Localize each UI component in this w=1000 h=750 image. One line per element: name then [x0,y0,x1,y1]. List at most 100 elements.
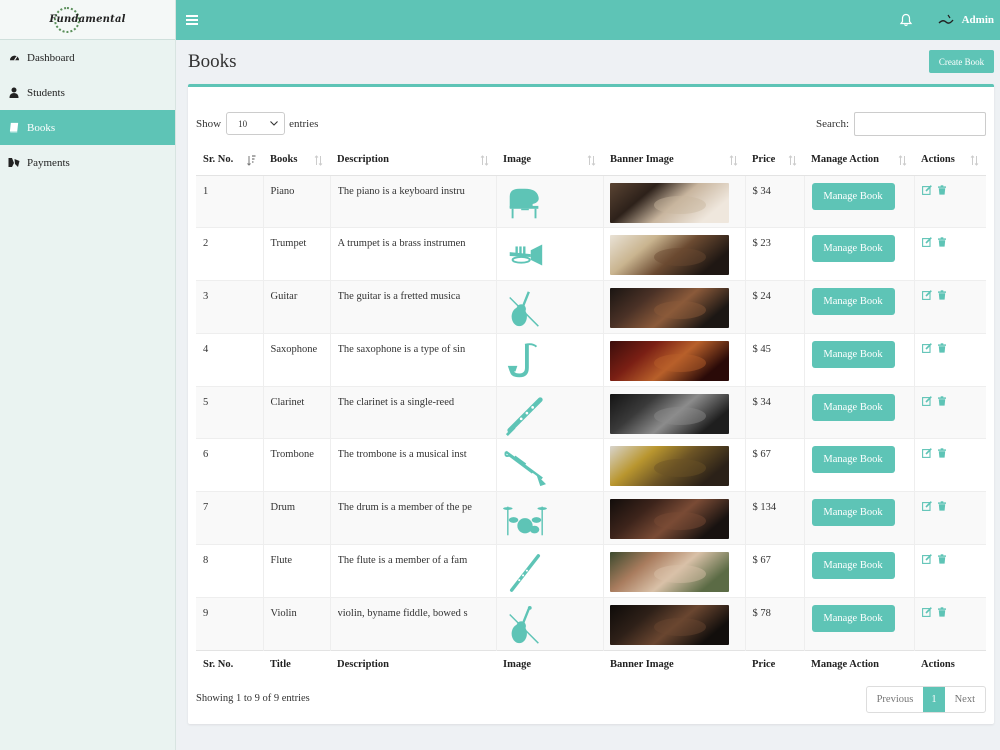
avatar[interactable] [937,11,955,29]
dashboard-icon [8,52,20,64]
cell-image [495,332,603,387]
manage-book-button[interactable]: Manage Book [811,340,895,368]
cell-sr: 2 [196,227,263,281]
previous-page-button[interactable]: Previous [867,687,924,712]
manage-book-button[interactable]: Manage Book [811,393,895,421]
column-header-price[interactable]: Price [745,145,804,176]
edit-icon[interactable] [921,343,932,353]
book-icon [8,122,20,134]
cell-manage: Manage Book [803,280,914,334]
saxophone-icon [507,343,537,378]
table-row: 5 Clarinet The clarinet is a single-reed… [196,385,986,439]
cell-image [495,596,603,651]
cell-sr: 6 [196,438,263,492]
search-control: Search: [816,112,986,136]
footer-header-price: Price [745,649,804,680]
trash-icon[interactable] [937,184,947,195]
cell-banner [602,544,745,598]
brand-logo[interactable]: Fundamental [49,6,125,34]
edit-icon[interactable] [921,448,932,459]
page-length-value: 10 [238,118,248,129]
books-table: Sr. No. Books Description Image Banner I… [196,145,986,680]
cell-manage: Manage Book [803,491,914,545]
manage-book-button[interactable]: Manage Book [811,499,895,527]
cell-actions [913,596,986,651]
sidebar-item-label: Students [27,86,65,99]
cell-sr: 5 [196,385,263,439]
user-icon [8,87,20,99]
edit-icon[interactable] [921,290,932,301]
page-title: Books [188,51,237,72]
description-text: The saxophone is a type of sin [337,343,466,355]
clarinet-icon [505,397,543,436]
cell-manage: Manage Book [803,438,914,492]
cell-manage: Manage Book [803,385,914,439]
user-name[interactable]: Admin [962,14,994,26]
search-input[interactable] [854,112,986,136]
trumpet-icon [509,244,542,266]
entries-label: entries [289,117,319,130]
edit-icon[interactable] [921,554,932,565]
logo-text: Fundamental [49,14,126,25]
table-footer: Sr. No. Title Description Image Banner I… [196,649,986,680]
banner-image [609,288,729,329]
column-header-actions[interactable]: Actions [914,145,986,176]
table-row: 1 Piano The piano is a keyboard instru $… [196,174,986,228]
manage-book-button[interactable]: Manage Book [811,552,895,580]
manage-book-button[interactable]: Manage Book [811,182,895,210]
edit-icon[interactable] [921,237,932,248]
trash-icon[interactable] [937,343,947,353]
sidebar-item-payments[interactable]: Payments [0,145,175,180]
menu-toggle-icon[interactable] [186,15,198,25]
sort-icon [729,155,738,166]
cell-price: $ 34 [744,174,804,228]
column-header-banner[interactable]: Banner Image [603,145,745,176]
column-header-sr[interactable]: Sr. No. [196,145,263,176]
page-length-select[interactable]: 10 [226,112,286,135]
manage-book-button[interactable]: Manage Book [811,235,895,263]
trash-icon[interactable] [937,237,947,247]
cell-image [495,438,603,492]
table-row: 2 Trumpet A trumpet is a brass instrumen… [196,227,986,281]
sidebar: Fundamental Dashboard Students Books Pay… [0,0,176,750]
footer-header-sr: Sr. No. [196,649,263,680]
row-actions [921,235,980,248]
edit-icon[interactable] [921,501,932,512]
trash-icon[interactable] [937,448,947,459]
sidebar-item-label: Payments [27,156,70,169]
manage-book-button[interactable]: Manage Book [811,288,895,316]
column-header-image[interactable]: Image [496,145,603,176]
table-info: Showing 1 to 9 of 9 entries [196,693,310,704]
edit-icon[interactable] [921,607,932,617]
trash-icon[interactable] [937,554,947,564]
manage-book-button[interactable]: Manage Book [811,604,895,632]
cell-price: $ 78 [744,596,804,651]
cell-banner [602,227,745,281]
bell-icon[interactable] [899,13,913,27]
trash-icon[interactable] [937,501,947,511]
search-label: Search: [816,118,849,130]
edit-icon[interactable] [921,184,932,195]
description-text: The flute is a member of a fam [337,555,468,567]
sidebar-item-students[interactable]: Students [0,75,175,110]
create-book-button[interactable]: Create Book [929,50,994,73]
sidebar-item-books[interactable]: Books [0,110,175,145]
edit-icon[interactable] [921,395,932,406]
cell-book-title: Drum [262,491,330,545]
page-1-button[interactable]: 1 [923,687,945,712]
cell-sr: 1 [196,174,263,228]
row-actions [921,605,980,617]
trash-icon[interactable] [937,290,947,300]
trash-icon[interactable] [937,395,947,406]
row-actions [921,446,980,459]
trash-icon[interactable] [937,607,947,617]
cell-price: $ 23 [744,227,804,281]
column-header-books[interactable]: Books [263,145,330,176]
row-actions [921,341,980,353]
next-page-button[interactable]: Next [945,687,985,712]
cell-book-title: Trumpet [262,227,330,281]
column-header-description[interactable]: Description [330,145,496,176]
sidebar-item-dashboard[interactable]: Dashboard [0,40,175,75]
manage-book-button[interactable]: Manage Book [811,446,895,474]
column-header-manage[interactable]: Manage Action [804,145,914,176]
